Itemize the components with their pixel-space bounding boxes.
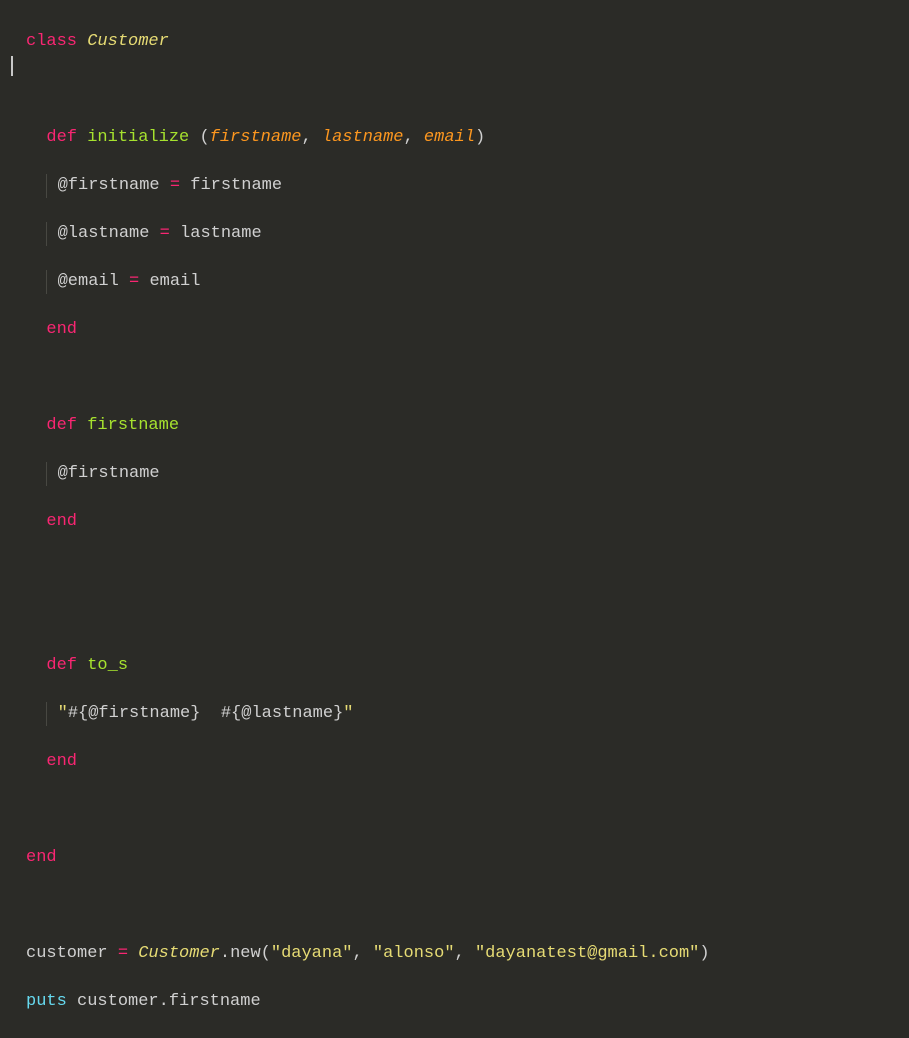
param: email	[424, 128, 475, 147]
string-space	[200, 704, 220, 723]
code-line[interactable]: end	[26, 750, 909, 774]
string-literal: "dayana"	[271, 944, 353, 963]
keyword-end: end	[26, 848, 57, 867]
method-name: firstname	[87, 416, 179, 435]
interp-open: #{	[221, 704, 241, 723]
paren: (	[261, 944, 271, 963]
interp-close: }	[190, 704, 200, 723]
code-editor[interactable]: class Customer def initialize (firstname…	[0, 6, 909, 1038]
dot: .	[220, 944, 230, 963]
keyword-puts: puts	[26, 992, 67, 1011]
code-line[interactable]: end	[26, 510, 909, 534]
identifier: lastname	[180, 224, 262, 243]
code-line[interactable]: "#{@firstname} #{@lastname}"	[26, 702, 909, 726]
param: lastname	[322, 128, 404, 147]
param: firstname	[210, 128, 302, 147]
code-line[interactable]: puts customer.firstname	[26, 990, 909, 1014]
code-line[interactable]: @lastname = lastname	[26, 222, 909, 246]
code-line[interactable]	[26, 558, 909, 582]
interp-close: }	[333, 704, 343, 723]
text-cursor	[11, 56, 13, 76]
code-line[interactable]	[26, 894, 909, 918]
identifier: customer	[26, 944, 108, 963]
class-ref: Customer	[138, 944, 220, 963]
paren: (	[199, 128, 209, 147]
interp-open: #{	[68, 704, 88, 723]
indent-guide	[46, 222, 47, 246]
indent-guide	[46, 270, 47, 294]
string-quote: "	[343, 704, 353, 723]
comma: ,	[455, 944, 475, 963]
instance-var: @firstname	[58, 176, 160, 195]
code-line[interactable]	[26, 798, 909, 822]
code-line[interactable]	[26, 78, 909, 102]
class-name: Customer	[87, 32, 169, 51]
property: firstname	[169, 992, 261, 1011]
code-line[interactable]: class Customer	[26, 30, 909, 54]
keyword-end: end	[46, 512, 77, 531]
comma: ,	[353, 944, 373, 963]
keyword-def: def	[46, 656, 77, 675]
comma: ,	[404, 128, 424, 147]
keyword-end: end	[46, 752, 77, 771]
instance-var: @lastname	[58, 224, 150, 243]
method-name: to_s	[87, 656, 128, 675]
string-literal: "alonso"	[373, 944, 455, 963]
code-line[interactable]: @email = email	[26, 270, 909, 294]
identifier: firstname	[190, 176, 282, 195]
method-call: new	[230, 944, 261, 963]
instance-var: @email	[58, 272, 119, 291]
code-line[interactable]: def initialize (firstname, lastname, ema…	[26, 126, 909, 150]
keyword-class: class	[26, 32, 77, 51]
indent-guide	[46, 462, 47, 486]
instance-var: @firstname	[88, 704, 190, 723]
operator: =	[170, 176, 180, 195]
paren: )	[475, 128, 485, 147]
code-line[interactable]: def firstname	[26, 414, 909, 438]
keyword-def: def	[46, 128, 77, 147]
operator: =	[118, 944, 128, 963]
code-line[interactable]: customer = Customer.new("dayana", "alons…	[26, 942, 909, 966]
paren: )	[699, 944, 709, 963]
instance-var: @firstname	[58, 464, 160, 483]
identifier: customer	[77, 992, 159, 1011]
string-quote: "	[58, 704, 68, 723]
code-line[interactable]	[26, 606, 909, 630]
operator: =	[129, 272, 139, 291]
indent-guide	[46, 174, 47, 198]
string-literal: "dayanatest@gmail.com"	[475, 944, 699, 963]
code-line[interactable]: @firstname = firstname	[26, 174, 909, 198]
code-line[interactable]: @firstname	[26, 462, 909, 486]
keyword-def: def	[46, 416, 77, 435]
keyword-end: end	[46, 320, 77, 339]
code-line[interactable]	[26, 366, 909, 390]
comma: ,	[301, 128, 321, 147]
code-line[interactable]: end	[26, 318, 909, 342]
code-line[interactable]: def to_s	[26, 654, 909, 678]
method-name: initialize	[87, 128, 189, 147]
instance-var: @lastname	[241, 704, 333, 723]
dot: .	[159, 992, 169, 1011]
operator: =	[160, 224, 170, 243]
indent-guide	[46, 702, 47, 726]
identifier: email	[149, 272, 200, 291]
code-line[interactable]: end	[26, 846, 909, 870]
